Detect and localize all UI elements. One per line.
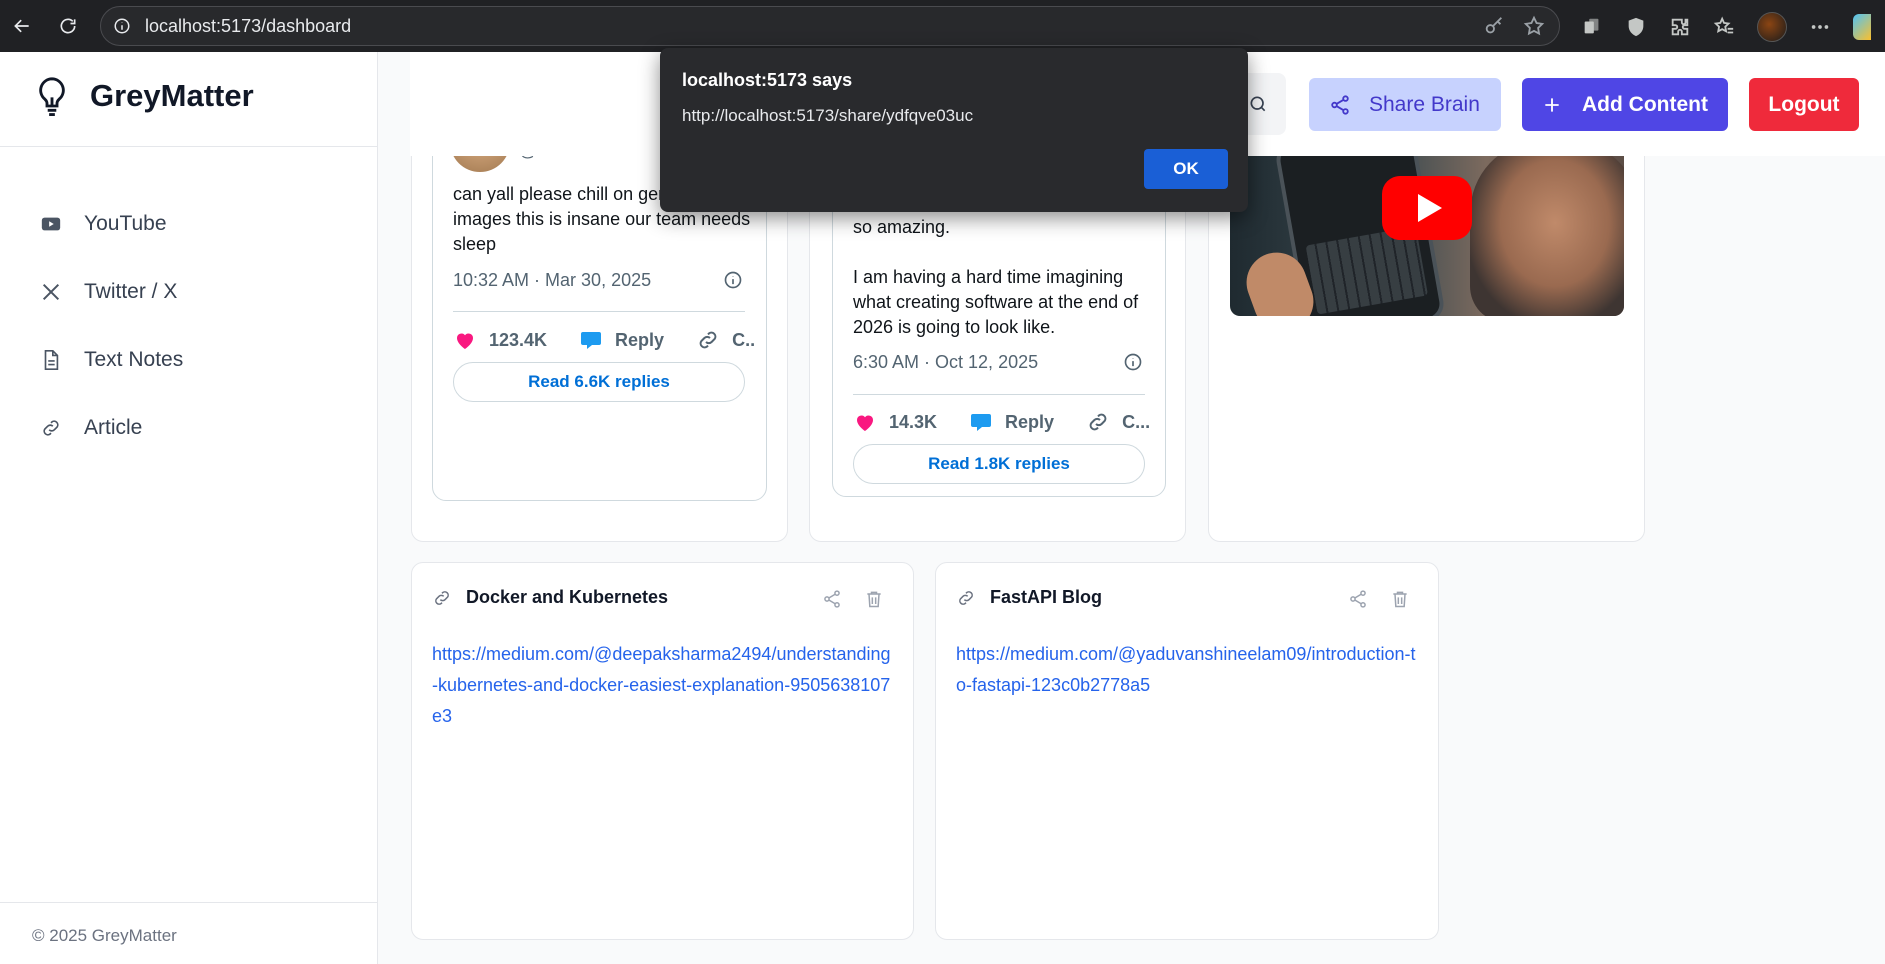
reply-button[interactable]: Reply — [579, 328, 664, 352]
youtube-icon — [41, 217, 61, 231]
card-title: Docker and Kubernetes — [466, 587, 669, 607]
lightbulb-icon — [39, 77, 65, 116]
play-icon[interactable] — [1382, 176, 1472, 240]
read-replies-button[interactable]: Read 1.8K replies — [853, 444, 1145, 484]
alert-title: localhost:5173 says — [682, 70, 853, 90]
video-person-image — [1470, 142, 1624, 316]
sidebar-item-label: Text Notes — [84, 348, 184, 371]
tweet-divider — [453, 311, 745, 312]
tweet-actions: 14.3K Reply C... — [853, 410, 1150, 434]
alert-dialog: localhost:5173 says http://localhost:517… — [660, 48, 1248, 212]
card-title: FastAPI Blog — [990, 587, 1103, 607]
like-count: 123.4K — [489, 329, 548, 350]
copy-label: C... — [1122, 411, 1151, 432]
card-header: FastAPI Blog — [956, 587, 1102, 608]
tweet-timestamp[interactable]: 10:32 AM · Mar 30, 2025 — [453, 270, 651, 291]
back-button[interactable] — [6, 10, 38, 42]
info-icon[interactable] — [1123, 352, 1143, 372]
copy-link-button[interactable]: C.. — [696, 328, 755, 352]
article-link[interactable]: https://medium.com/@deepaksharma2494/und… — [432, 639, 892, 732]
article-link[interactable]: https://medium.com/@yaduvanshineelam09/i… — [956, 639, 1416, 701]
reply-button[interactable]: Reply — [969, 410, 1054, 434]
key-icon[interactable] — [1483, 15, 1505, 37]
link-icon — [435, 590, 449, 605]
trash-icon[interactable] — [1390, 589, 1410, 609]
tweet-timestamp[interactable]: 6:30 AM · Oct 12, 2025 — [853, 352, 1038, 373]
address-bar[interactable]: localhost:5173/dashboard — [100, 6, 1560, 46]
reply-label: Reply — [615, 329, 665, 350]
share-icon[interactable] — [1348, 589, 1368, 609]
profile-avatar[interactable] — [1757, 12, 1787, 42]
document-icon — [44, 350, 59, 370]
x-icon — [42, 283, 60, 301]
copilot-icon[interactable] — [1853, 14, 1871, 40]
add-content-button[interactable]: Add Content — [1522, 78, 1728, 131]
reload-button[interactable] — [52, 10, 84, 42]
brand-name: GreyMatter — [90, 78, 254, 113]
alert-message: http://localhost:5173/share/ydfqve03uc — [682, 106, 974, 125]
link-icon — [1089, 413, 1107, 431]
like-button[interactable]: 14.3K — [853, 410, 937, 434]
info-icon[interactable] — [723, 270, 743, 290]
tweet-text-body: I am having a hard time imagining what c… — [853, 267, 1139, 337]
ok-button[interactable]: OK — [1144, 149, 1228, 189]
logout-button[interactable]: Logout — [1749, 78, 1859, 131]
sidebar-item-label: Article — [84, 416, 143, 439]
sidebar-footer: © 2025 GreyMatter — [32, 926, 177, 945]
article-card: Docker and Kubernetes https://medium.com… — [411, 562, 914, 940]
reply-label: Reply — [1005, 411, 1055, 432]
link-icon — [959, 590, 973, 605]
sidebar-nav: YouTube Twitter / X Text Notes Article — [40, 190, 183, 462]
sidebar-item-label: Twitter / X — [84, 280, 178, 303]
copy-link-button[interactable]: C... — [1086, 410, 1150, 434]
tweet-actions: 123.4K Reply C.. — [453, 328, 755, 352]
tweet-text: Codex is so good, and is going to get so… — [853, 190, 1153, 340]
heart-icon — [857, 415, 873, 431]
plus-icon — [1545, 97, 1559, 112]
card-actions — [1348, 589, 1410, 609]
favorites-icon[interactable] — [1713, 16, 1735, 38]
link-icon — [43, 420, 59, 436]
star-icon[interactable] — [1523, 15, 1545, 37]
heart-icon — [457, 333, 473, 349]
card-actions — [822, 589, 884, 609]
share-icon — [1331, 94, 1349, 115]
add-content-label: Add Content — [1582, 92, 1708, 116]
url-text[interactable]: localhost:5173/dashboard — [145, 16, 351, 37]
youtube-video-thumbnail[interactable] — [1230, 142, 1624, 316]
sidebar-item-article[interactable]: Article — [40, 394, 183, 462]
comment-icon — [581, 332, 602, 349]
collections-icon[interactable] — [1581, 16, 1603, 38]
tweet-divider — [853, 394, 1145, 395]
site-info-icon[interactable] — [113, 17, 131, 35]
shield-extension-icon[interactable] — [1625, 16, 1647, 38]
comment-icon — [971, 414, 992, 431]
like-button[interactable]: 123.4K — [453, 328, 547, 352]
share-icon[interactable] — [822, 589, 842, 609]
trash-icon[interactable] — [864, 589, 884, 609]
more-icon[interactable] — [1809, 16, 1831, 38]
share-brain-button[interactable]: Share Brain — [1309, 78, 1501, 131]
sidebar: GreyMatter YouTube Twitter / X Text Note… — [0, 52, 378, 964]
extensions-icon[interactable] — [1669, 16, 1691, 38]
footer-divider — [0, 902, 378, 903]
link-icon — [699, 331, 717, 349]
article-card: FastAPI Blog https://medium.com/@yaduvan… — [935, 562, 1439, 940]
sidebar-item-label: YouTube — [84, 212, 167, 235]
like-count: 14.3K — [889, 411, 938, 432]
brand[interactable]: GreyMatter — [34, 76, 254, 116]
copy-label: C.. — [732, 329, 756, 350]
share-brain-label: Share Brain — [1369, 92, 1480, 116]
search-icon — [1250, 96, 1266, 112]
browser-toolbar: localhost:5173/dashboard — [0, 0, 1885, 52]
read-replies-button[interactable]: Read 6.6K replies — [453, 362, 745, 402]
sidebar-divider — [0, 146, 378, 147]
sidebar-item-text-notes[interactable]: Text Notes — [40, 326, 183, 394]
sidebar-item-youtube[interactable]: YouTube — [40, 190, 183, 258]
sidebar-item-twitter[interactable]: Twitter / X — [40, 258, 183, 326]
card-header: Docker and Kubernetes — [432, 587, 668, 608]
